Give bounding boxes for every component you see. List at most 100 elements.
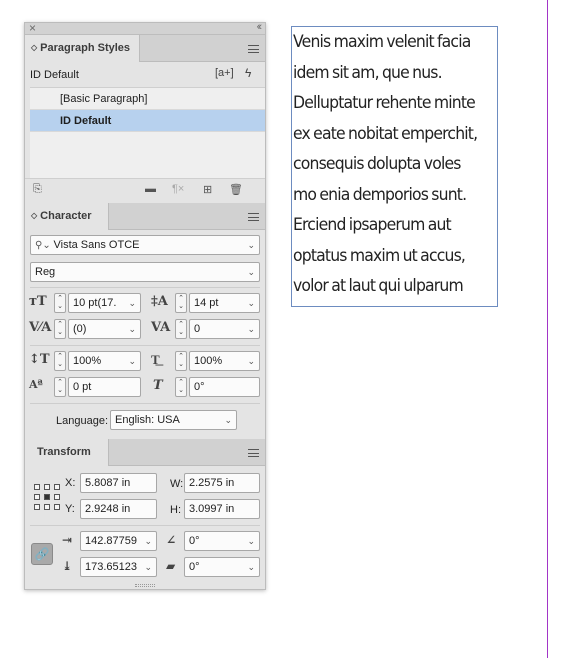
- h-field[interactable]: 3.0997 in: [184, 499, 260, 519]
- skew-field[interactable]: 0°: [189, 377, 260, 397]
- chevron-down-icon: ⌄: [247, 267, 255, 277]
- language-label: Language:: [56, 415, 108, 427]
- reference-point[interactable]: [54, 494, 60, 500]
- skew-icon: T: [153, 378, 163, 393]
- character-tab[interactable]: ◇ Character: [25, 203, 109, 230]
- transform-tab[interactable]: Transform: [25, 439, 109, 466]
- reference-point[interactable]: [34, 494, 40, 500]
- list-item[interactable]: [Basic Paragraph]: [30, 88, 265, 110]
- y-field[interactable]: 2.9248 in: [80, 499, 157, 519]
- h-value: 3.0997 in: [189, 503, 235, 515]
- vertical-scale-stepper[interactable]: ⌃ ⌄: [54, 351, 66, 371]
- baseline-shift-stepper[interactable]: ⌃ ⌄: [54, 377, 66, 397]
- lightning-icon[interactable]: ϟ: [245, 66, 251, 80]
- leading-icon: ‡A: [151, 294, 168, 309]
- vertical-scale-value: 100%: [73, 355, 102, 367]
- collapse-icon[interactable]: ‹‹: [257, 21, 263, 33]
- chevron-updown-icon: ◇: [31, 211, 38, 220]
- chevron-down-icon: ⌄: [247, 298, 255, 308]
- leading-stepper[interactable]: ⌃ ⌄: [175, 293, 187, 313]
- paragraph-styles-title: Paragraph Styles: [40, 42, 131, 54]
- x-label: X:: [65, 477, 76, 489]
- text-frame[interactable]: Venis maxim velenit facia idem sit am, q…: [291, 26, 498, 307]
- close-icon[interactable]: ×: [29, 21, 36, 35]
- shear-field[interactable]: 0° ⌄: [184, 557, 260, 577]
- horizontal-scale-stepper[interactable]: ⌃ ⌄: [175, 351, 187, 371]
- scale-x-field[interactable]: 142.87759 ⌄: [80, 531, 157, 551]
- transform-title: Transform: [37, 446, 91, 458]
- chevron-down-icon: ⌄: [247, 562, 255, 572]
- scale-y-field[interactable]: 173.65123 ⌄: [80, 557, 157, 577]
- rotate-icon: ∠: [166, 533, 177, 547]
- chevron-down-icon: ⌄: [128, 356, 136, 366]
- font-size-stepper[interactable]: ⌃ ⌄: [54, 293, 66, 313]
- kerning-stepper[interactable]: ⌃ ⌄: [54, 319, 66, 339]
- chevron-down-icon: ⌄: [144, 562, 152, 572]
- panel-menu-icon[interactable]: [248, 213, 259, 221]
- paragraph-styles-tab[interactable]: ◇ Paragraph Styles: [25, 35, 140, 62]
- scale-x-value: 142.87759: [85, 535, 137, 547]
- chevron-down-icon: ⌄: [247, 536, 255, 546]
- skew-stepper[interactable]: ⌃ ⌄: [175, 377, 187, 397]
- clear-overrides-icon[interactable]: ¶×: [172, 183, 184, 195]
- divider: [30, 345, 260, 346]
- constrain-proportions-button[interactable]: 🔗: [31, 543, 53, 565]
- chevron-down-icon: ⌄: [128, 298, 136, 308]
- x-field[interactable]: 5.8087 in: [80, 473, 157, 493]
- leading-field[interactable]: 14 pt ⌄: [189, 293, 260, 313]
- horizontal-scale-field[interactable]: 100% ⌄: [189, 351, 260, 371]
- w-field[interactable]: 2.2575 in: [184, 473, 260, 493]
- kerning-value: (0): [73, 323, 87, 335]
- divider: [30, 403, 260, 404]
- transform-header: Transform: [25, 439, 265, 466]
- font-size-icon: тT: [29, 294, 47, 309]
- paragraph-styles-header: ◇ Paragraph Styles: [25, 35, 265, 62]
- rotate-field[interactable]: 0° ⌄: [184, 531, 260, 551]
- language-select[interactable]: English: USA ⌄: [110, 410, 237, 430]
- chevron-down-icon: ⌄: [144, 536, 152, 546]
- kerning-field[interactable]: (0) ⌄: [68, 319, 141, 339]
- page-edge-guide: [547, 0, 548, 658]
- folder-icon[interactable]: ▬: [145, 183, 156, 195]
- chevron-down-icon: ⌄: [247, 356, 255, 366]
- panel-menu-icon[interactable]: [248, 449, 259, 457]
- reference-point[interactable]: [54, 484, 60, 490]
- divider: [30, 287, 260, 288]
- tracking-field[interactable]: 0 ⌄: [189, 319, 260, 339]
- font-style-field[interactable]: Reg ⌄: [30, 262, 260, 282]
- load-styles-icon[interactable]: ⎘: [33, 183, 42, 196]
- baseline-shift-value: 0 pt: [73, 381, 92, 393]
- font-size-field[interactable]: 10 pt(17. ⌄: [68, 293, 141, 313]
- text-line: Erciend ipsaperum aut: [293, 215, 452, 235]
- new-icon[interactable]: ⊞: [203, 183, 212, 196]
- reference-point[interactable]: [44, 494, 50, 500]
- baseline-shift-field[interactable]: 0 pt: [68, 377, 141, 397]
- x-value: 5.8087 in: [85, 477, 131, 489]
- leading-value: 14 pt: [194, 297, 219, 309]
- trash-icon[interactable]: 🗑: [229, 183, 243, 196]
- resize-grip[interactable]: [135, 584, 155, 587]
- character-title: Character: [40, 210, 92, 222]
- panel-menu-icon[interactable]: [248, 45, 259, 53]
- reference-point[interactable]: [34, 484, 40, 490]
- tracking-stepper[interactable]: ⌃ ⌄: [175, 319, 187, 339]
- font-family-field[interactable]: ⚲⌄ Vista Sans OTCE ⌄: [30, 235, 260, 255]
- reference-point[interactable]: [44, 504, 50, 510]
- new-style-icon[interactable]: [a+]: [215, 67, 234, 79]
- reference-point[interactable]: [34, 504, 40, 510]
- style-list-footer: ⎘ ▬ ¶× ⊞ 🗑: [25, 178, 265, 200]
- language-value: English: USA: [115, 414, 180, 426]
- vertical-scale-field[interactable]: 100% ⌄: [68, 351, 141, 371]
- text-line: volor at laut qui ulparum: [293, 276, 464, 296]
- reference-point[interactable]: [54, 504, 60, 510]
- y-label: Y:: [65, 503, 75, 515]
- text-frame-content[interactable]: Venis maxim velenit facia idem sit am, q…: [293, 27, 482, 302]
- scale-y-icon: ⤓: [62, 559, 73, 573]
- reference-point-grid[interactable]: [34, 484, 60, 510]
- shear-value: 0°: [189, 561, 200, 573]
- panel-titlebar[interactable]: × ‹‹: [25, 21, 265, 35]
- text-line: optatus maxim ut accus,: [293, 245, 466, 266]
- list-item[interactable]: ID Default: [30, 110, 265, 132]
- text-line: mo enia demporios sunt.: [293, 184, 467, 205]
- reference-point[interactable]: [44, 484, 50, 490]
